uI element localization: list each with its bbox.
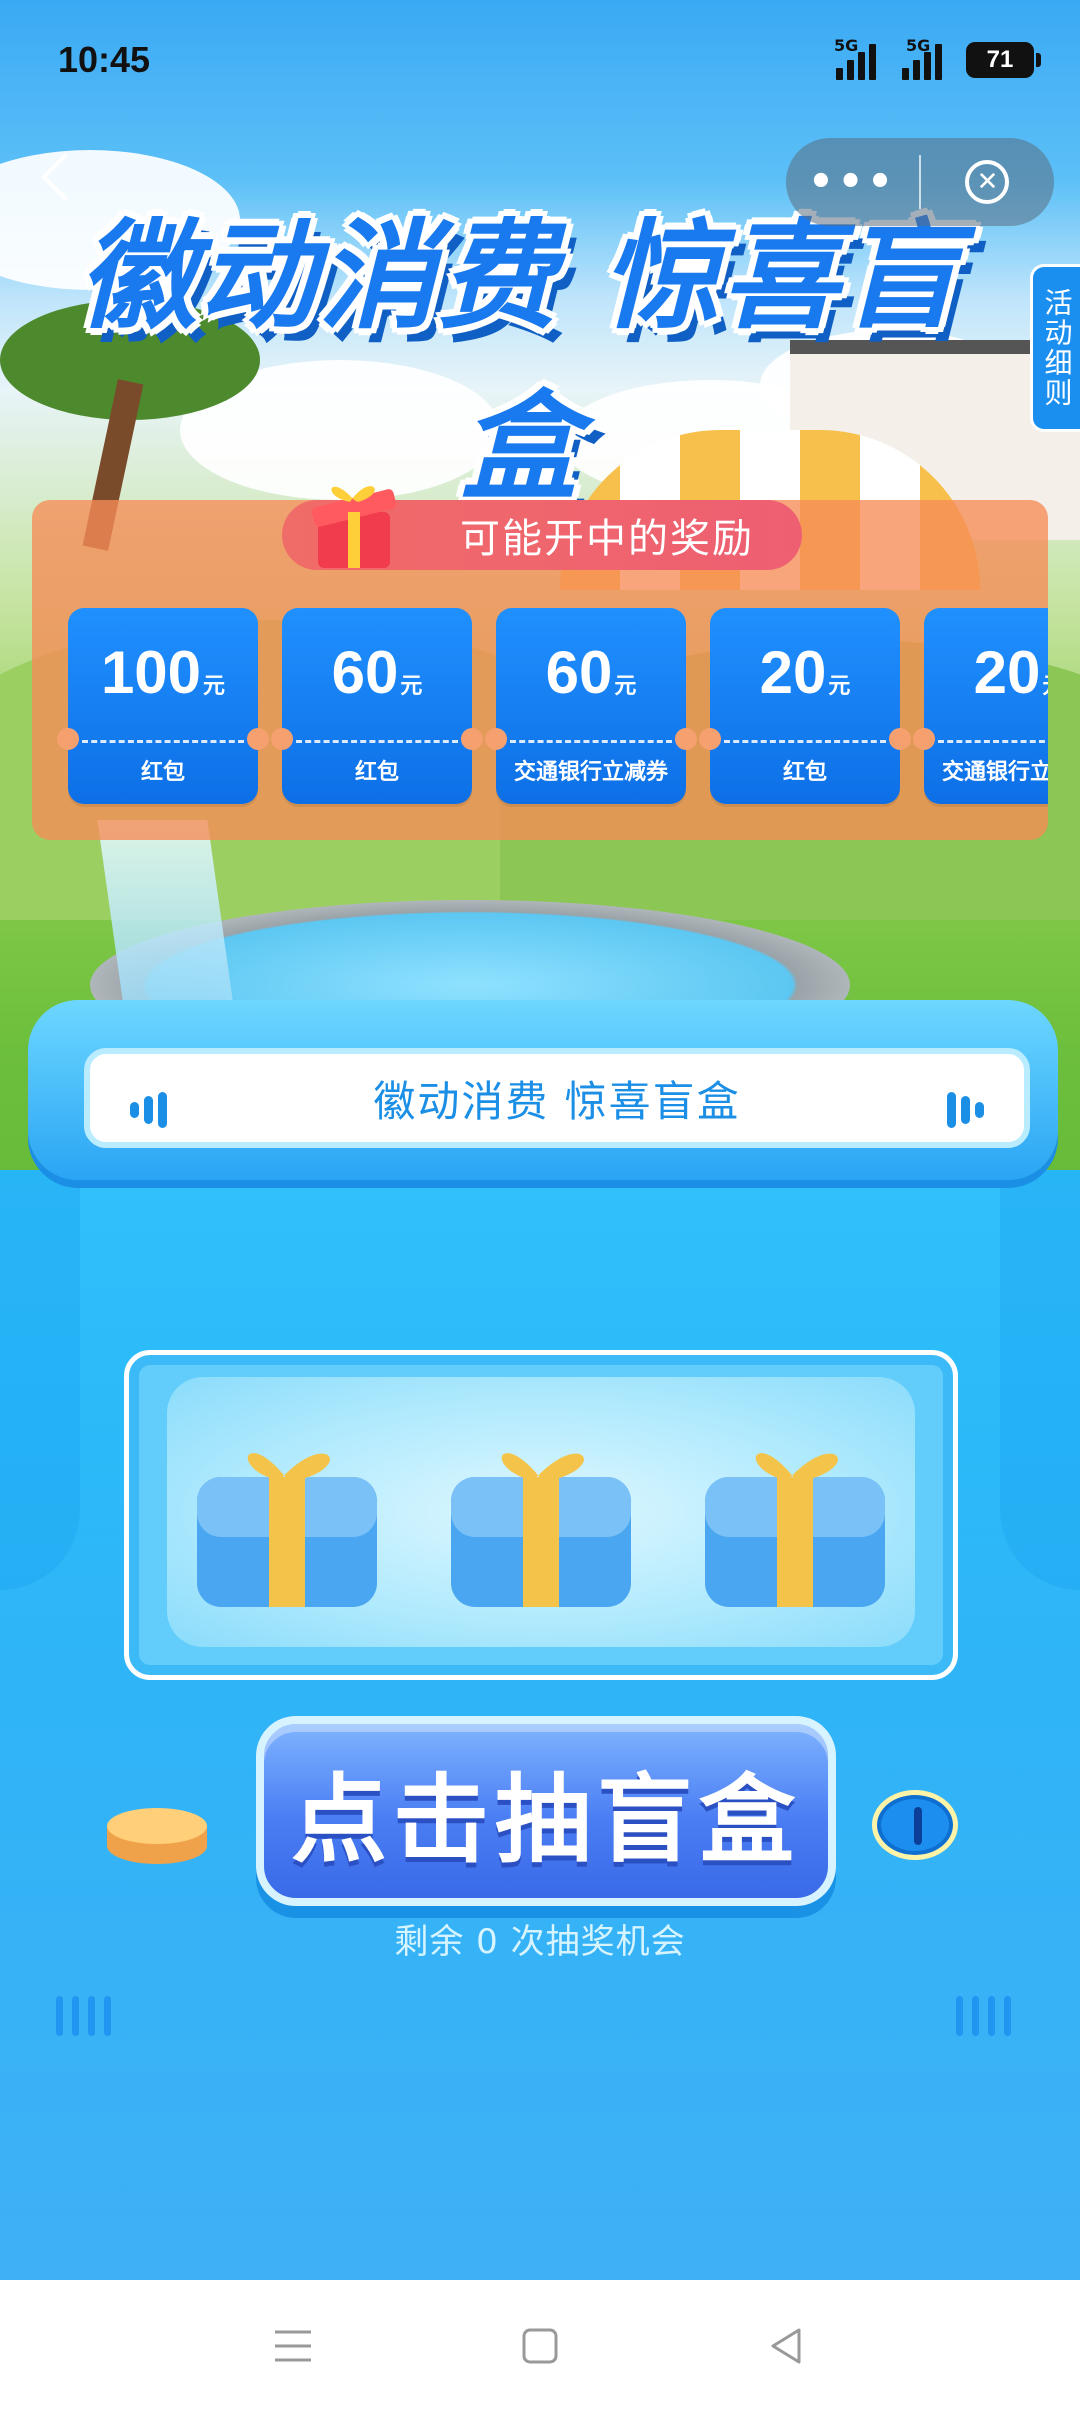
system-nav-bar xyxy=(0,2280,1080,2412)
menu-icon[interactable] xyxy=(263,2316,323,2376)
battery-icon: 71 xyxy=(966,42,1041,78)
machine-banner: 徽动消费 惊喜盲盒 xyxy=(84,1048,1030,1148)
prize-name: 交通银行立减券 xyxy=(513,760,668,785)
status-time: 10:45 xyxy=(58,39,151,80)
home-icon[interactable] xyxy=(510,2316,570,2376)
signal-icon: 5G xyxy=(900,36,942,80)
blind-box-machine: 点击抽盲盒 剩余 0 次抽奖机会 徽动消费 惊喜盲盒 xyxy=(0,1000,1080,2280)
remaining-chances: 剩余 0 次抽奖机会 xyxy=(394,1922,686,1962)
prize-list: 100元 红包 60元 红包 60元 交通银行立减券 20元 红包 20元 交通… xyxy=(57,608,1048,804)
gift-box-icon xyxy=(705,1453,885,1607)
machine-body: 点击抽盲盒 剩余 0 次抽奖机会 xyxy=(0,1170,1080,2280)
coin-slot-icon xyxy=(872,1790,958,1860)
prize-name: 红包 xyxy=(782,760,827,785)
signal-icon: 5G xyxy=(834,36,876,80)
close-icon: ✕ xyxy=(965,160,1010,204)
machine-top: 徽动消费 惊喜盲盒 xyxy=(28,1000,1058,1180)
back-triangle-icon[interactable] xyxy=(757,2316,817,2376)
prize-card: 60元 交通银行立减券 xyxy=(485,608,697,804)
gift-box-icon xyxy=(197,1453,377,1607)
rules-tab[interactable]: 活动细则 xyxy=(1030,264,1080,432)
sound-wave-icon xyxy=(130,1092,167,1128)
prize-name: 交通银行立减券 xyxy=(941,760,1048,785)
coin-icon xyxy=(107,1808,207,1864)
mini-program-capsule: ••• ✕ xyxy=(786,138,1054,226)
status-bar: 10:45 5G 5G 71 xyxy=(0,0,1080,120)
machine-screen xyxy=(124,1350,958,1680)
gift-box-icon xyxy=(451,1453,631,1607)
sound-wave-icon xyxy=(947,1092,984,1128)
hero-title: 徽动消费 惊喜盲盒 xyxy=(78,207,962,516)
prize-card: 20元 红包 xyxy=(699,608,911,804)
vent-decoration xyxy=(956,1996,1011,2036)
more-icon[interactable]: ••• xyxy=(786,162,919,202)
prize-name: 红包 xyxy=(354,760,399,785)
prize-card: 20元 交通银行立减券 xyxy=(913,608,1048,804)
vent-decoration xyxy=(56,1996,111,2036)
battery-level: 71 xyxy=(986,46,1014,73)
prize-name: 红包 xyxy=(140,760,185,785)
prize-card: 60元 红包 xyxy=(271,608,483,804)
draw-blind-box-button[interactable]: 点击抽盲盒 xyxy=(256,1716,836,1906)
close-button[interactable]: ✕ xyxy=(921,160,1054,204)
gift-icon xyxy=(311,486,397,568)
prize-card: 100元 红包 xyxy=(57,608,269,804)
